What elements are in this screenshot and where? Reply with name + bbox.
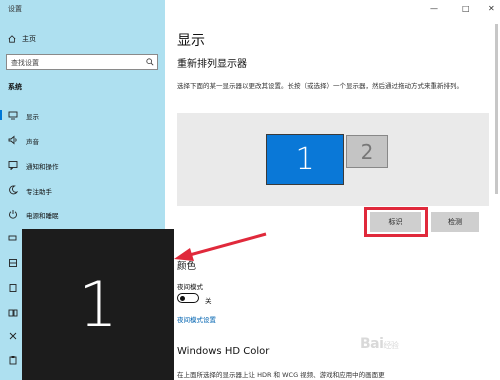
- home-icon: [8, 35, 16, 43]
- hd-color-title: Windows HD Color: [177, 346, 270, 357]
- page-title: 显示: [177, 33, 205, 49]
- sidebar-item-label: 电源和睡眠: [26, 212, 59, 220]
- window-title: 设置: [8, 5, 22, 13]
- minimize-button[interactable]: —: [430, 4, 438, 13]
- sidebar-item-label: 显示: [26, 113, 39, 121]
- power-icon: [9, 210, 17, 219]
- sidebar-item-sound[interactable]: 声音: [0, 133, 165, 147]
- watermark-text: Bai: [360, 336, 384, 352]
- speaker-icon: [8, 135, 17, 145]
- section-system: 系统: [8, 83, 22, 91]
- night-mode-settings-link[interactable]: 夜间模式设置: [177, 314, 216, 324]
- sidebar-item-power[interactable]: 电源和睡眠: [0, 207, 165, 221]
- sidebar-item-label: 声音: [26, 138, 39, 146]
- notification-icon: [8, 161, 18, 170]
- arrange-title: 重新排列显示器: [177, 59, 247, 70]
- sidebar-home[interactable]: 主页: [8, 33, 36, 45]
- arrow-annotation: [174, 232, 267, 261]
- search-input[interactable]: 查找设置: [6, 54, 158, 70]
- sidebar-item-notifications[interactable]: 通知和操作: [0, 158, 165, 172]
- search-placeholder: 查找设置: [11, 59, 39, 67]
- monitor-2[interactable]: 2: [346, 135, 388, 168]
- moon-icon: [9, 185, 18, 195]
- multitasking-icon[interactable]: [8, 308, 18, 318]
- sidebar-item-label: 专注助手: [26, 188, 52, 196]
- storage-icon[interactable]: [8, 258, 18, 268]
- hd-color-description: 在上面所选择的显示器上让 HDR 和 WCG 视频、游戏和应用中的画面更: [177, 371, 385, 379]
- arrange-description: 选择下面的某一显示器以更改其设置。长按（或选择）一个显示器，然后通过拖动方式来重…: [177, 82, 463, 90]
- sidebar-home-label: 主页: [22, 35, 36, 43]
- monitor-arrangement-area[interactable]: 1 2: [177, 113, 489, 206]
- identify-button[interactable]: 标识: [370, 212, 421, 232]
- close-button[interactable]: ✕: [488, 4, 495, 13]
- clipboard-icon[interactable]: [8, 355, 18, 365]
- night-mode-toggle[interactable]: [177, 293, 199, 303]
- sidebar-item-display[interactable]: 显示: [0, 108, 165, 122]
- monitor-1[interactable]: 1: [266, 134, 344, 185]
- sidebar-item-label: 通知和操作: [26, 163, 59, 171]
- maximize-button[interactable]: □: [462, 4, 470, 13]
- night-mode-label: 夜间模式: [177, 283, 203, 291]
- watermark-suffix: 经验: [383, 341, 399, 350]
- battery-icon[interactable]: [8, 233, 18, 243]
- watermark: Bai经验: [360, 336, 399, 352]
- scrollbar[interactable]: [495, 24, 498, 194]
- toggle-state: 关: [205, 297, 212, 305]
- search-icon[interactable]: [146, 58, 154, 66]
- projecting-icon[interactable]: [8, 331, 18, 341]
- identify-overlay: 1: [22, 229, 174, 380]
- tablet-icon[interactable]: [8, 283, 18, 293]
- detect-button[interactable]: 检测: [431, 212, 479, 232]
- window-controls: — □ ✕: [420, 4, 500, 14]
- sidebar-item-focus-assist[interactable]: 专注助手: [0, 183, 165, 197]
- monitor-icon: [8, 111, 18, 120]
